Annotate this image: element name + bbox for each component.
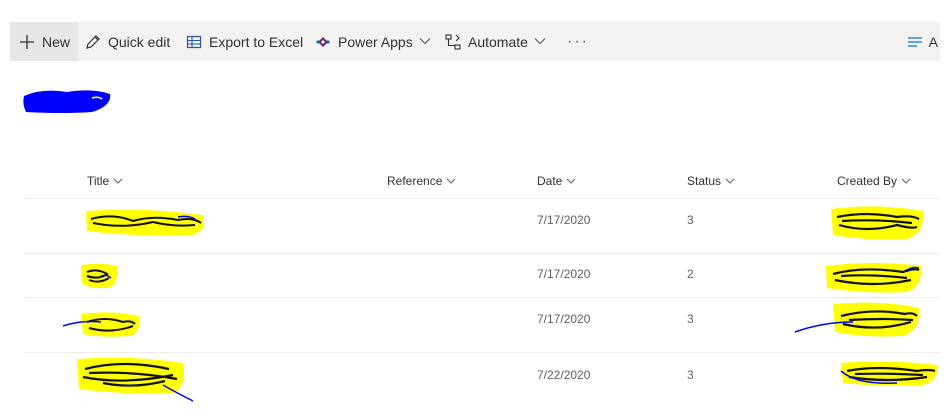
page-title: [22, 86, 112, 116]
quick-edit-label: Quick edit: [108, 33, 171, 50]
column-header-row: Title Reference Date Status Created By: [25, 166, 940, 199]
column-header-title[interactable]: Title: [87, 174, 123, 188]
list-row[interactable]: 7/17/2020 2: [25, 254, 940, 298]
redacted-title: [77, 357, 194, 402]
view-options-label: A: [928, 33, 938, 50]
pencil-icon: [84, 33, 102, 51]
export-to-excel-button[interactable]: Export to Excel: [185, 22, 303, 61]
plus-icon: [18, 33, 36, 51]
chevron-down-icon: [447, 178, 456, 184]
new-button[interactable]: New: [10, 22, 79, 61]
redacted-title: [81, 263, 118, 289]
date-cell: 7/17/2020: [537, 312, 591, 326]
chevron-down-icon: [534, 36, 546, 48]
redacted-created-by: [831, 206, 924, 240]
export-label: Export to Excel: [209, 33, 304, 50]
column-header-status[interactable]: Status: [687, 174, 735, 188]
redaction-scribble: [23, 90, 111, 113]
column-header-label: Status: [687, 174, 722, 188]
list-row[interactable]: 7/17/2020 3: [25, 298, 940, 353]
status-cell: 3: [687, 368, 694, 382]
chevron-down-icon: [901, 178, 911, 184]
new-button-label: New: [42, 33, 71, 50]
chevron-down-icon: [725, 178, 735, 184]
flow-icon: [444, 33, 462, 51]
automate-label: Automate: [468, 33, 528, 50]
date-cell: 7/22/2020: [537, 368, 591, 382]
redacted-title: [62, 312, 140, 337]
column-header-label: Reference: [387, 174, 443, 188]
power-apps-button[interactable]: Power Apps: [314, 22, 431, 61]
list-row[interactable]: 7/22/2020 3: [25, 353, 940, 403]
automate-button[interactable]: Automate: [444, 22, 546, 61]
date-cell: 7/17/2020: [537, 213, 591, 227]
column-header-reference[interactable]: Reference: [387, 174, 456, 188]
list-view-icon: [907, 35, 923, 49]
view-options-button[interactable]: A: [907, 22, 940, 61]
status-cell: 3: [687, 312, 694, 326]
list-row[interactable]: 7/17/2020 3: [25, 199, 940, 254]
excel-grid-icon: [185, 33, 203, 51]
status-cell: 3: [687, 213, 694, 227]
redacted-created-by: [826, 263, 922, 293]
column-header-label: Date: [537, 174, 563, 188]
command-bar: New Quick edit Export to Excel Power App…: [10, 22, 940, 61]
more-icon: ···: [567, 32, 589, 50]
list-view: Title Reference Date Status Created By 7…: [25, 166, 940, 403]
more-options-button[interactable]: ···: [567, 22, 589, 61]
chevron-down-icon: [567, 178, 576, 184]
date-cell: 7/17/2020: [537, 267, 591, 281]
column-header-created-by[interactable]: Created By: [837, 174, 911, 188]
column-header-label: Title: [87, 174, 110, 188]
redacted-created-by: [794, 302, 920, 337]
quick-edit-button[interactable]: Quick edit: [84, 22, 170, 61]
power-apps-icon: [314, 33, 332, 51]
column-header-label: Created By: [837, 174, 898, 188]
chevron-down-icon: [419, 36, 431, 48]
redacted-title: [86, 209, 204, 236]
power-apps-label: Power Apps: [338, 33, 413, 50]
redacted-created-by: [840, 361, 938, 386]
chevron-down-icon: [113, 178, 123, 184]
column-header-date[interactable]: Date: [537, 174, 576, 188]
status-cell: 2: [687, 267, 694, 281]
